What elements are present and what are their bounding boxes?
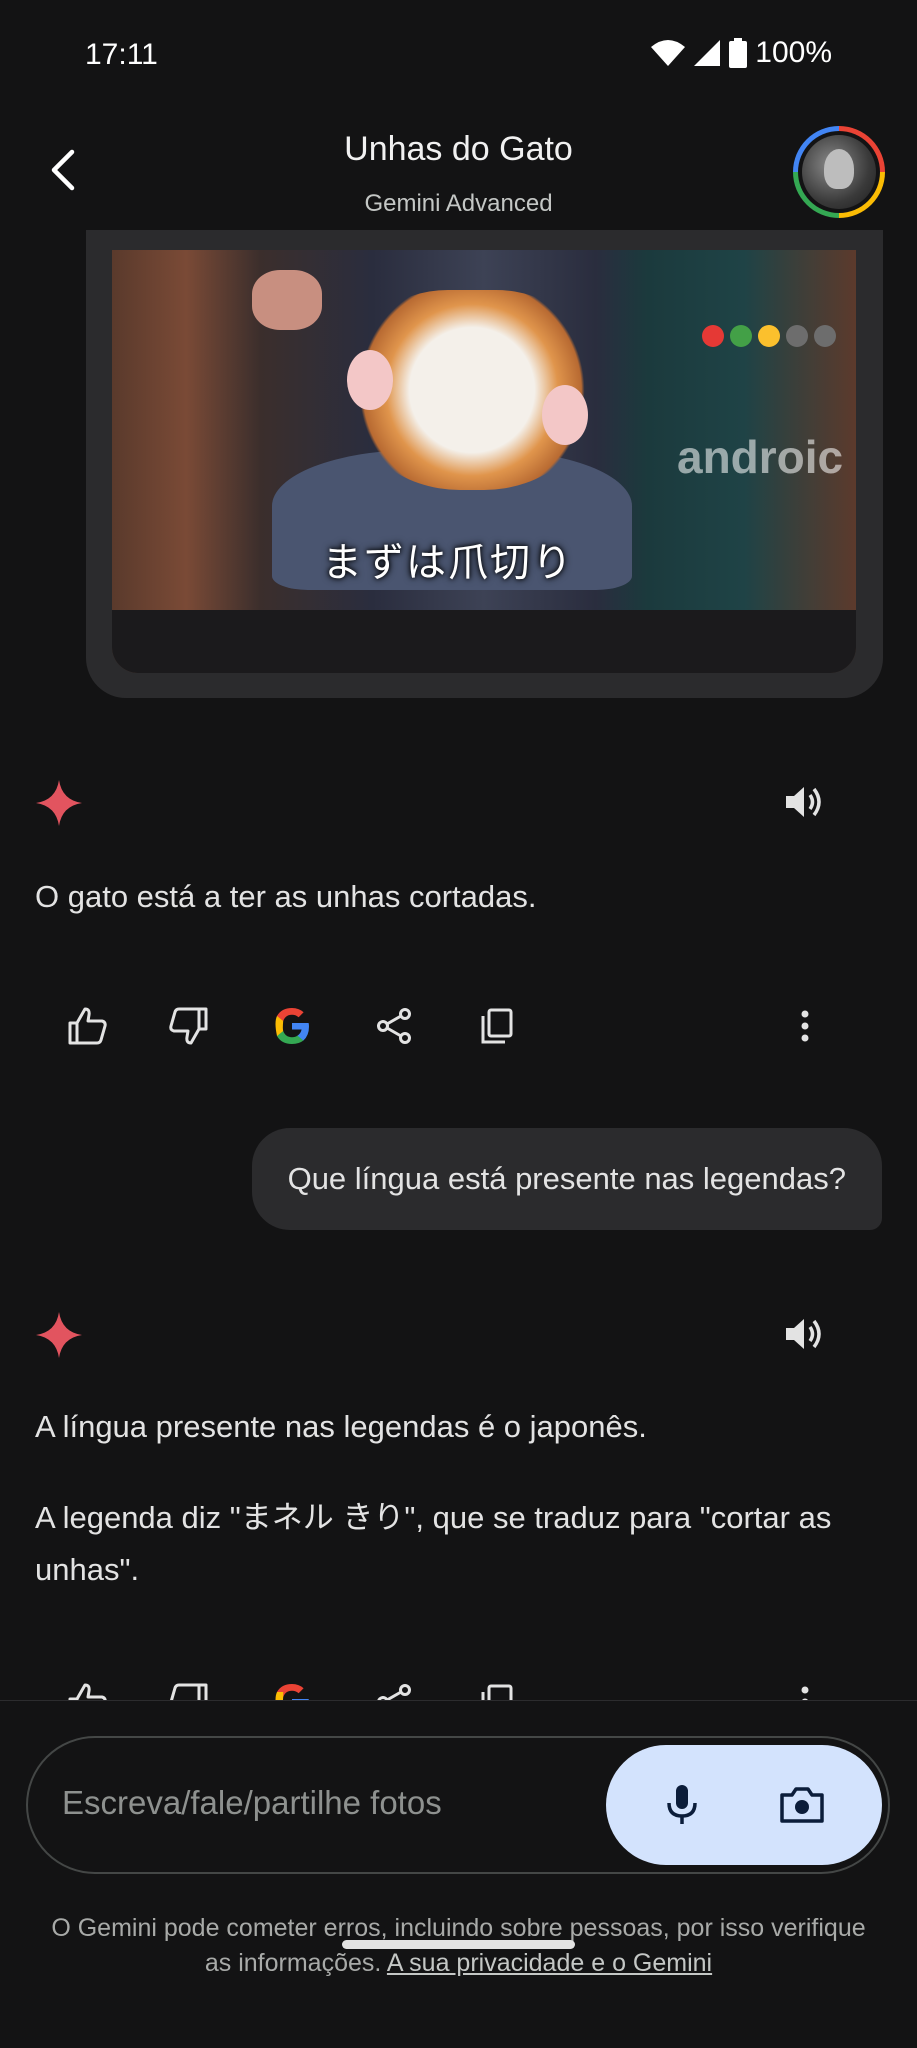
camera-button[interactable] xyxy=(772,1775,832,1835)
status-bar: 17:11 100% xyxy=(0,0,917,110)
user-message-bubble: Que língua está presente nas legendas? xyxy=(251,1128,882,1230)
response-actions-2 xyxy=(0,1672,917,1700)
avatar-image xyxy=(802,135,876,209)
share-icon xyxy=(377,1008,411,1044)
copy-icon xyxy=(481,1684,513,1700)
more-button[interactable] xyxy=(775,996,835,1056)
copy-button[interactable] xyxy=(467,1672,527,1700)
gemini-spark-icon xyxy=(36,780,82,826)
prompt-placeholder: Escreva/fale/partilhe fotos xyxy=(62,1784,442,1821)
thumb-up-button[interactable] xyxy=(57,1672,117,1700)
response-text-2a: A língua presente nas legendas é o japon… xyxy=(35,1409,647,1444)
composer-area: Escreva/fale/partilhe fotos O Gemini pod… xyxy=(0,1700,917,2048)
share-button[interactable] xyxy=(364,996,424,1056)
prompt-input[interactable]: Escreva/fale/partilhe fotos xyxy=(26,1736,890,1874)
share-button[interactable] xyxy=(364,1672,424,1700)
home-indicator[interactable] xyxy=(342,1940,575,1949)
more-button[interactable] xyxy=(775,1672,835,1700)
share-icon xyxy=(377,1684,411,1700)
google-g-icon xyxy=(275,1008,309,1044)
status-time: 17:11 xyxy=(85,38,158,71)
copy-button[interactable] xyxy=(467,996,527,1056)
privacy-link[interactable]: A sua privacidade e o Gemini xyxy=(387,1949,712,1977)
google-g-icon xyxy=(275,1684,309,1700)
input-tools xyxy=(606,1745,882,1865)
google-check-button[interactable] xyxy=(262,996,322,1056)
thumb-down-button[interactable] xyxy=(159,1672,219,1700)
speaker-icon[interactable] xyxy=(780,1310,828,1358)
avatar[interactable] xyxy=(793,126,885,218)
user-image-card: androic まずは爪切り xyxy=(86,230,883,698)
wifi-icon xyxy=(651,40,686,66)
battery-percent: 100% xyxy=(755,36,832,69)
thumb-down-button[interactable] xyxy=(159,996,219,1056)
copy-icon xyxy=(481,1008,513,1044)
response-text-1: O gato está a ter as unhas cortadas. xyxy=(35,879,537,914)
more-vert-icon xyxy=(801,1686,809,1700)
thumb-down-icon xyxy=(169,1007,208,1045)
image-subtitle: まずは爪切り xyxy=(322,541,574,585)
more-vert-icon xyxy=(801,1010,809,1042)
uploaded-image[interactable]: androic まずは爪切り xyxy=(112,250,856,673)
response-text-2b: A legenda diz "まネル きり", que se traduz pa… xyxy=(35,1500,832,1587)
chat-subtitle: Gemini Advanced xyxy=(364,190,553,217)
mic-icon xyxy=(667,1785,697,1824)
mic-button[interactable] xyxy=(652,1775,712,1835)
signal-icon xyxy=(694,40,721,66)
response-actions-1 xyxy=(0,996,917,1056)
image-brand-text: androic xyxy=(677,431,844,483)
thumb-up-icon xyxy=(68,1683,107,1700)
battery-icon xyxy=(729,38,748,68)
thumb-up-button[interactable] xyxy=(57,996,117,1056)
thumb-down-icon xyxy=(170,1683,208,1700)
google-check-button[interactable] xyxy=(262,1672,322,1700)
app-header: Unhas do Gato Gemini Advanced xyxy=(0,110,917,250)
status-icons: 100% xyxy=(651,36,832,70)
camera-icon xyxy=(780,1787,824,1823)
speaker-icon[interactable] xyxy=(780,778,828,826)
thumb-up-icon xyxy=(68,1007,107,1045)
gemini-spark-icon xyxy=(36,1312,82,1358)
user-message-text: Que língua está presente nas legendas? xyxy=(287,1161,846,1196)
chat-title: Unhas do Gato xyxy=(344,130,573,168)
